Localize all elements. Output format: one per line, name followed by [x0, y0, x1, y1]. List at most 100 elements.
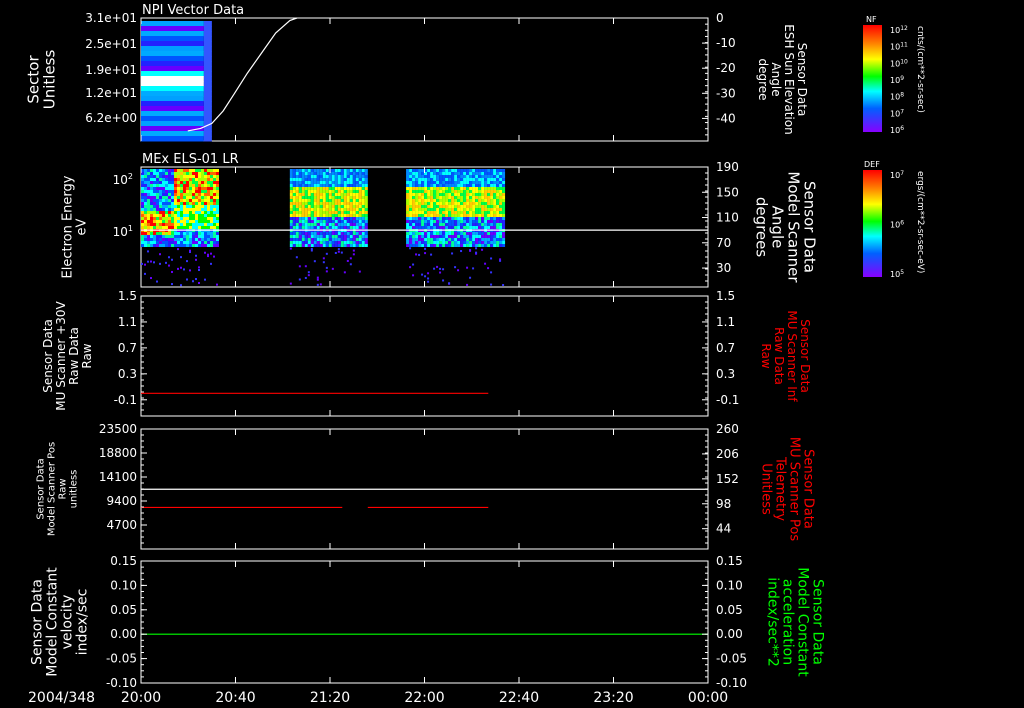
spectrogram-speck [409, 247, 412, 250]
spectrogram-cell [147, 196, 150, 199]
spectrogram-cell [301, 169, 305, 172]
spectrogram-cell [439, 196, 443, 199]
spectrogram-cell [448, 199, 452, 202]
spectrogram-cell [463, 190, 467, 193]
spectrogram-cell [340, 235, 344, 238]
spectrogram-cell [304, 232, 308, 235]
spectrogram-cell [144, 238, 147, 241]
spectrogram-cell [313, 193, 317, 196]
spectrogram-cell [358, 181, 362, 184]
spectrogram-cell [292, 217, 296, 220]
spectrogram-speck [442, 279, 445, 282]
spectrogram-cell [481, 220, 485, 223]
spectrogram-cell [153, 196, 156, 199]
spectrogram-cell [457, 178, 461, 181]
spectrogram-cell [201, 244, 204, 247]
spectrogram-cell [409, 202, 413, 205]
spectrogram-cell [457, 199, 461, 202]
spectrogram-cell [213, 223, 216, 226]
spectrogram-cell [436, 205, 440, 208]
spectrogram-cell [307, 235, 311, 238]
spectrogram-cell [147, 202, 150, 205]
spectrogram-cell [213, 178, 216, 181]
spectrogram-cell [496, 217, 500, 220]
spectrogram-cell [352, 178, 356, 181]
spectrogram-cell [292, 190, 296, 193]
spectrogram-cell [189, 220, 192, 223]
spectrogram-cell [499, 181, 503, 184]
spectrogram-cell [472, 178, 476, 181]
spectrogram-cell [418, 205, 422, 208]
spectrogram-cell [307, 205, 311, 208]
colorbar-1-label: NF [866, 15, 877, 24]
spectrogram-cell [355, 190, 359, 193]
spectrogram-cell [180, 226, 183, 229]
spectrogram-cell [481, 211, 485, 214]
spectrogram-cell [472, 238, 476, 241]
spectrogram-cell [433, 217, 437, 220]
spectrogram-cell [475, 226, 479, 229]
spectrogram-row [141, 136, 204, 142]
spectrogram-cell [292, 187, 296, 190]
spectrogram-cell [346, 193, 350, 196]
spectrogram-cell [472, 184, 476, 187]
spectrogram-cell [484, 199, 488, 202]
spectrogram-cell [165, 226, 168, 229]
spectrogram-cell [430, 241, 434, 244]
spectrogram-speck [171, 283, 173, 286]
spectrogram-cell [141, 199, 144, 202]
spectrogram-speck [147, 260, 149, 263]
spectrogram-cell [180, 181, 183, 184]
spectrogram-cell [313, 184, 317, 187]
spectrogram-cell [451, 199, 455, 202]
spectrogram-cell [301, 232, 305, 235]
spectrogram-cell [319, 244, 323, 247]
spectrogram-cell [150, 220, 153, 223]
spectrogram-cell [436, 196, 440, 199]
spectrogram-cell [496, 175, 500, 178]
spectrogram-cell [301, 202, 305, 205]
tick-label: 23500 [99, 422, 137, 436]
spectrogram-cell [475, 193, 479, 196]
spectrogram-cell [144, 217, 147, 220]
spectrogram-cell [355, 232, 359, 235]
spectrogram-cell [469, 223, 473, 226]
spectrogram-cell [418, 211, 422, 214]
spectrogram-cell [445, 184, 449, 187]
spectrogram-cell [171, 175, 174, 178]
spectrogram-cell [144, 244, 147, 247]
spectrogram-cell [304, 175, 308, 178]
spectrogram-cell [427, 202, 431, 205]
spectrogram-cell [358, 190, 362, 193]
spectrogram-cell [481, 193, 485, 196]
spectrogram-speck [475, 251, 478, 254]
spectrogram-cell [210, 202, 213, 205]
spectrogram-cell [406, 202, 410, 205]
spectrogram-cell [349, 181, 353, 184]
spectrogram-cell [144, 211, 147, 214]
colorbar-1-unit: cnts/(cm**2-sr-sec) [915, 26, 925, 113]
spectrogram-cell [445, 235, 449, 238]
axis-label-line: Unitless [41, 50, 59, 110]
spectrogram-cell [174, 193, 177, 196]
spectrogram-cell [463, 184, 467, 187]
spectrogram-cell [331, 184, 335, 187]
spectrogram-cell [334, 169, 338, 172]
spectrogram-cell [463, 214, 467, 217]
panel-3-frame [140, 295, 709, 417]
spectrogram-cell [195, 193, 198, 196]
spectrogram-cell [313, 196, 317, 199]
spectrogram-cell [162, 181, 165, 184]
spectrogram-cell [325, 187, 329, 190]
spectrogram-cell [289, 226, 293, 229]
spectrogram-cell [406, 184, 410, 187]
spectrogram-cell [412, 208, 416, 211]
spectrogram-cell [201, 169, 204, 172]
spectrogram-speck [439, 267, 442, 270]
spectrogram-cell [337, 193, 341, 196]
spectrogram-cell [322, 226, 326, 229]
spectrogram-cell [430, 211, 434, 214]
spectrogram-cell [352, 208, 356, 211]
spectrogram-cell [481, 244, 485, 247]
spectrogram-cell [442, 223, 446, 226]
